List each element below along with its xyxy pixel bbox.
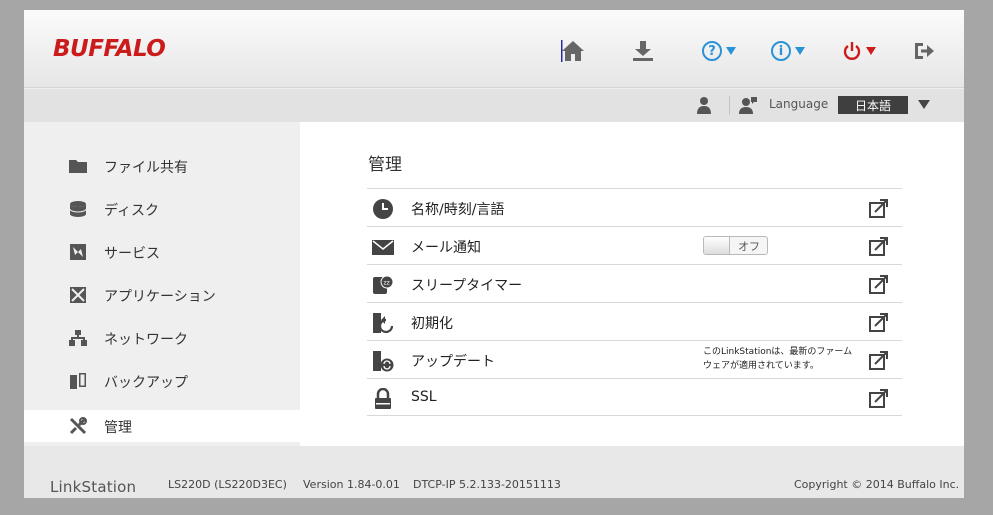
sidebar-item-label: 管理 [104, 420, 132, 436]
language-select[interactable]: 日本語 [838, 96, 908, 114]
language-dropdown-icon[interactable] [918, 100, 930, 109]
settings-row-label: 名称/時刻/言語 [411, 202, 505, 218]
svg-text:zz: zz [384, 280, 390, 287]
copyright: Copyright © 2014 Buffalo Inc. [794, 478, 960, 491]
app-frame: BUFFALO ? i Language 日本語 ファイル共有 ディスク サービ… [24, 10, 964, 498]
power-icon [842, 41, 862, 61]
settings-row-label: SSL [411, 389, 437, 405]
toggle-label: オフ [738, 239, 760, 253]
sidebar-item-label: ネットワーク [104, 332, 188, 348]
model-name: LS220D (LS220D3EC) [168, 478, 287, 491]
settings-row-label: 初期化 [411, 316, 453, 332]
power-menu-button[interactable] [842, 38, 876, 64]
tools-icon [68, 417, 88, 435]
sidebar-item-backup[interactable]: バックアップ [24, 365, 300, 397]
sidebar-item-label: サービス [104, 246, 160, 262]
info-icon: i [771, 41, 791, 61]
open-external-icon[interactable] [869, 236, 889, 256]
firmware-version: Version 1.84-0.01 [303, 478, 400, 491]
help-menu-button[interactable]: ? [702, 38, 736, 64]
sidebar-item-management[interactable]: 管理 [24, 410, 300, 442]
top-bar: BUFFALO ? i [24, 10, 964, 88]
settings-row-mail-notification[interactable]: メール通知 オフ [367, 226, 902, 264]
update-icon [372, 350, 394, 372]
sidebar-item-application[interactable]: アプリケーション [24, 279, 300, 311]
linkstation-logo: LinkStation [50, 478, 137, 496]
dtcp-version: DTCP-IP 5.2.133-20151113 [413, 478, 561, 491]
update-note-line: このLinkStationは、最新のファーム [703, 347, 853, 357]
sleep-timer-icon: zz [372, 274, 394, 296]
sidebar-item-file-share[interactable]: ファイル共有 [24, 150, 300, 182]
open-external-icon[interactable] [869, 274, 889, 294]
service-icon [68, 243, 88, 261]
disk-icon [68, 200, 88, 218]
folder-icon [68, 157, 88, 175]
settings-row-update[interactable]: アップデート このLinkStationは、最新のファーム ウェアが適用されてい… [367, 340, 902, 378]
open-external-icon[interactable] [869, 350, 889, 370]
user-settings-icon[interactable] [738, 96, 758, 118]
toggle-knob [704, 237, 730, 254]
sidebar-item-label: ファイル共有 [104, 160, 188, 176]
home-button[interactable] [561, 38, 585, 64]
open-external-icon[interactable] [869, 312, 889, 332]
main-content: 管理 名称/時刻/言語 メール通知 オフ zz スリープタイマー 初期化 アップ… [300, 122, 964, 446]
settings-row-name-time-language[interactable]: 名称/時刻/言語 [367, 188, 902, 226]
backup-icon [68, 372, 88, 390]
sidebar: ファイル共有 ディスク サービス アプリケーション ネットワーク バックアップ … [24, 122, 300, 446]
logout-icon [913, 41, 935, 61]
user-icon[interactable] [696, 96, 712, 118]
sidebar-item-label: アプリケーション [104, 289, 216, 305]
help-icon: ? [702, 41, 722, 61]
mail-icon [372, 236, 394, 258]
settings-row-initialize[interactable]: 初期化 [367, 302, 902, 340]
chevron-down-icon [866, 47, 876, 55]
application-icon [68, 286, 88, 304]
clock-icon [372, 198, 394, 220]
info-menu-button[interactable]: i [771, 38, 805, 64]
footer: LinkStation LS220D (LS220D3EC) Version 1… [24, 446, 964, 498]
sub-bar: Language 日本語 [24, 89, 964, 122]
settings-row-label: アップデート [411, 354, 495, 370]
divider [729, 96, 730, 115]
update-status-note: このLinkStationは、最新のファーム ウェアが適用されています。 [703, 345, 863, 373]
settings-row-label: スリープタイマー [411, 278, 523, 294]
settings-row-ssl[interactable]: SSL [367, 378, 902, 416]
lock-icon [372, 387, 394, 410]
sidebar-item-disk[interactable]: ディスク [24, 193, 300, 225]
download-icon [631, 40, 655, 62]
page-title: 管理 [368, 155, 402, 175]
update-note-line: ウェアが適用されています。 [703, 361, 819, 371]
home-icon [561, 40, 585, 62]
sidebar-item-network[interactable]: ネットワーク [24, 322, 300, 354]
sidebar-item-label: ディスク [104, 203, 160, 219]
language-label: Language [769, 97, 829, 111]
open-external-icon[interactable] [869, 198, 889, 218]
open-external-icon[interactable] [869, 388, 889, 408]
download-button[interactable] [631, 38, 655, 64]
sidebar-item-label: バックアップ [104, 375, 188, 391]
mail-notification-toggle[interactable]: オフ [703, 236, 768, 255]
settings-row-sleep-timer[interactable]: zz スリープタイマー [367, 264, 902, 302]
chevron-down-icon [795, 47, 805, 55]
reset-icon [372, 312, 394, 334]
sidebar-item-service[interactable]: サービス [24, 236, 300, 268]
buffalo-logo: BUFFALO [53, 36, 166, 62]
chevron-down-icon [726, 47, 736, 55]
settings-row-label: メール通知 [411, 240, 481, 256]
logout-button[interactable] [913, 38, 935, 64]
network-icon [68, 329, 88, 347]
